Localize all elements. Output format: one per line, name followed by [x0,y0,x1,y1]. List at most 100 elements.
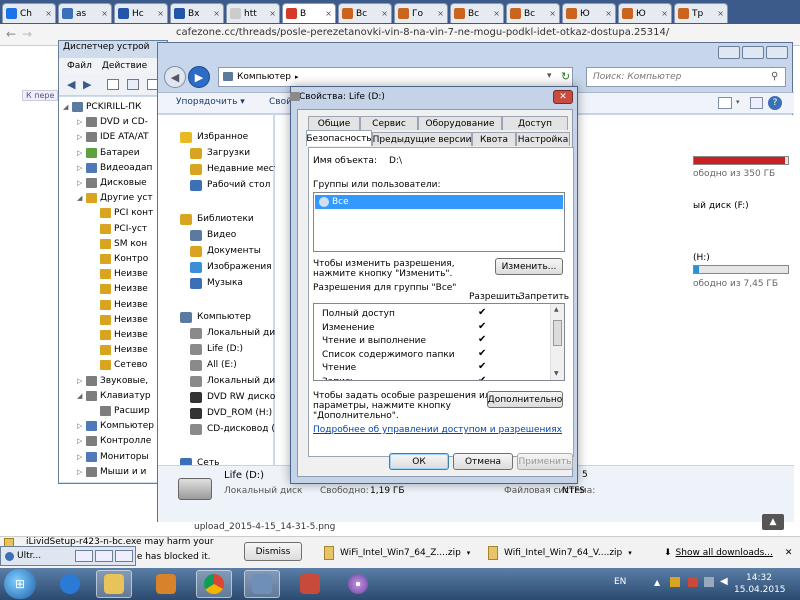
browser-tab[interactable]: as × [58,3,112,23]
scroll-to-top-icon[interactable]: ▲ [762,514,784,530]
close-icon[interactable]: × [717,9,724,18]
help-icon[interactable]: ? [768,96,782,110]
close-button[interactable]: ✕ [553,90,573,104]
maximize-icon[interactable] [742,46,764,59]
menu-action[interactable]: Действие [102,61,147,71]
device-tree-item[interactable]: Неизве [91,313,148,327]
chevron-right-icon[interactable]: ▸ [295,73,299,81]
ok-button[interactable]: ОК [389,453,449,470]
browser-tab[interactable]: Ch × [2,3,56,23]
nav-item[interactable]: Документы [190,243,261,259]
url-text[interactable]: cafezone.cc/threads/posle-perezetanovki-… [176,27,676,42]
download-item-2[interactable]: Wifi_Intel_Win7_64_V....zip ▾ [488,541,632,565]
language-indicator[interactable]: EN [614,577,626,587]
nav-item[interactable]: DVD RW дисково [190,389,286,405]
nav-item[interactable]: Life (D:) [190,341,243,357]
tab-quota[interactable]: Квота [472,132,516,146]
browser-tab[interactable]: Вс × [338,3,392,23]
apply-button[interactable]: Применить [517,453,573,470]
browser-tab[interactable]: Го × [394,3,448,23]
nav-item[interactable]: Локальный диск [190,325,285,341]
browser-tab[interactable]: Тр × [674,3,728,23]
close-icon[interactable]: × [45,9,52,18]
device-tree-item[interactable]: ▷ DVD и CD- [77,115,148,129]
change-button[interactable]: Изменить... [495,258,563,275]
drive-f-label[interactable]: ый диск (F:) [693,201,749,211]
back-arrow-icon[interactable]: ◀ [67,78,75,91]
view-icon[interactable] [127,79,139,90]
close-icon[interactable]: ✕ [785,548,793,558]
browser-tab[interactable]: Вс × [506,3,560,23]
scroll-thumb[interactable] [553,320,562,346]
nav-item[interactable]: CD-дисковод (I:) [190,421,284,437]
close-icon[interactable] [115,550,133,562]
device-tree-item[interactable]: ▷ Контролле [77,434,151,448]
nav-item[interactable]: Загрузки [190,145,250,161]
chevron-down-icon[interactable]: ▾ [736,98,740,106]
device-tree-item[interactable]: ▷ Мониторы [77,450,149,464]
expand-arrow-icon[interactable]: ▷ [77,468,86,476]
page-button-partial[interactable]: К пере [22,90,59,101]
device-tree-item[interactable]: ▷ Звуковые, [77,374,148,388]
device-tree-item[interactable]: Неизве [91,282,148,296]
nav-item[interactable]: Изображения [190,259,272,275]
preview-pane-icon[interactable] [750,97,763,109]
device-tree-item[interactable]: Неизве [91,343,148,357]
access-control-help-link[interactable]: Подробнее об управлении доступом и разре… [313,425,562,435]
back-button[interactable]: ◀ [164,66,186,88]
tab-previous-versions[interactable]: Предыдущие версии [372,132,472,146]
close-icon[interactable]: × [213,9,220,18]
device-tree-item[interactable]: SM кон [91,237,147,251]
close-icon[interactable]: × [325,9,332,18]
nav-item[interactable]: Компьютер [180,309,251,325]
cancel-button[interactable]: Отмена [453,453,513,470]
nav-item[interactable]: DVD_ROM (H:) [190,405,272,421]
expand-arrow-icon[interactable]: ▷ [77,437,86,445]
dismiss-button[interactable]: Dismiss [244,542,302,561]
organize-button[interactable]: Упорядочить ▾ [176,97,245,107]
device-tree-item[interactable]: Неизве [91,267,148,281]
tab-security[interactable]: Безопасность [306,130,372,146]
expand-arrow-icon[interactable]: ◢ [77,392,86,400]
taskbar-device-manager[interactable] [244,570,280,598]
expand-arrow-icon[interactable]: ▷ [77,377,86,385]
browser-tab[interactable]: В × [282,3,336,23]
back-arrow-icon[interactable]: ← [6,27,16,41]
permissions-scrollbar[interactable]: ▲ ▼ [550,304,564,380]
close-icon[interactable] [766,46,788,59]
path-computer[interactable]: Компьютер [237,72,291,82]
device-tree-item[interactable]: ▷ Дисковые [77,176,147,190]
restore-icon[interactable] [75,550,93,562]
expand-arrow-icon[interactable]: ▷ [77,179,86,187]
expand-arrow-icon[interactable]: ▷ [77,149,86,157]
chevron-down-icon[interactable]: ▾ [628,549,632,557]
expand-arrow-icon[interactable]: ▷ [77,164,86,172]
refresh-icon[interactable]: ↻ [561,70,570,83]
device-tree-item[interactable]: ▷ Батареи [77,146,140,160]
close-icon[interactable]: × [549,9,556,18]
device-tree-item[interactable]: PCI конт [91,206,153,220]
close-icon[interactable]: × [157,9,164,18]
expand-arrow-icon[interactable]: ◢ [77,194,86,202]
tab-general[interactable]: Общие [308,116,360,130]
download-item-1[interactable]: WiFi_Intel_Win7_64_Z....zip ▾ [324,541,470,565]
device-tree-item[interactable]: ▷ Мыши и и [77,465,146,479]
device-tree-item[interactable]: Неизве [91,328,148,342]
minimize-icon[interactable] [718,46,740,59]
volume-icon[interactable]: ◀ [720,576,728,587]
nav-item[interactable]: Видео [190,227,236,243]
browser-tab[interactable]: Ю × [618,3,672,23]
close-icon[interactable]: × [661,9,668,18]
nav-item[interactable]: Библиотеки [180,211,254,227]
nav-item[interactable]: Музыка [190,275,243,291]
device-tree-item[interactable]: Контро [91,252,148,266]
scroll-up-icon[interactable]: ▲ [554,306,559,313]
groups-list[interactable]: Все [313,192,565,252]
clock[interactable]: 14:32 15.04.2015 [734,572,786,596]
taskbar-media-player[interactable] [148,570,184,598]
device-tree-item[interactable]: Сетево [91,358,147,372]
expand-arrow-icon[interactable]: ▷ [77,133,86,141]
device-tree-item[interactable]: ▷ Компьютер [77,419,154,433]
close-icon[interactable]: × [437,9,444,18]
device-tree-item[interactable]: PCI-уст [91,222,147,236]
